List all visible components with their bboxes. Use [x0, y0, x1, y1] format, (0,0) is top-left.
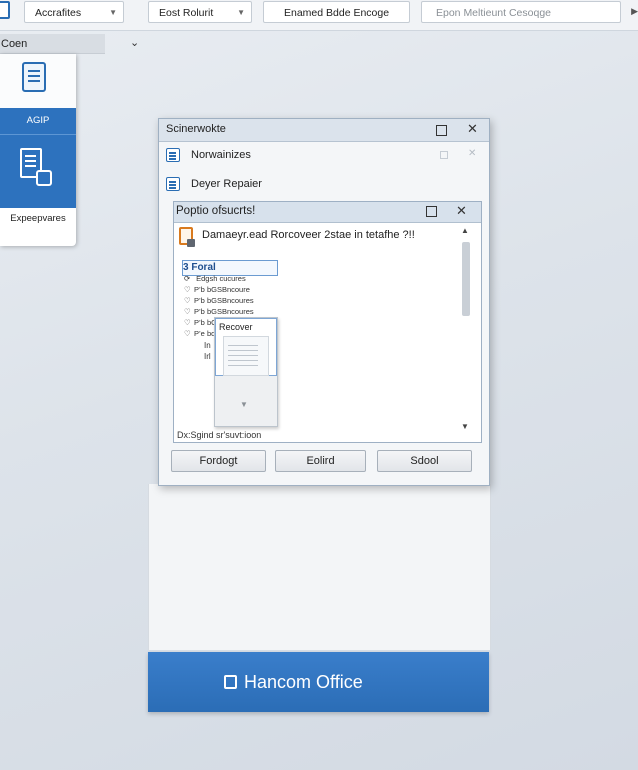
left-panel-active-tile[interactable]: AGIP	[0, 108, 76, 208]
tree-item[interactable]: ⟳ Edgsh cucures	[184, 274, 246, 283]
tree-item[interactable]: ♡ P’e bd	[184, 329, 215, 338]
close-icon[interactable]: ✕	[456, 203, 467, 219]
left-panel-bottom-item[interactable]: Expeepvares	[0, 208, 76, 246]
chevron-down-icon: ▼	[109, 8, 117, 17]
main-dialog: Scinerwokte ✕ Norwainizes ✕ Deyer Repaie…	[158, 118, 490, 486]
list-item[interactable]: Deyer Repaier	[166, 174, 482, 198]
dialog-titlebar[interactable]: Scinerwokte ✕	[159, 119, 489, 142]
forget-button-label: Fordogt	[199, 455, 238, 467]
chevron-down-icon: ▼	[237, 8, 245, 17]
inner-dialog-title: Poptio ofsucrts!	[176, 205, 256, 217]
refresh-icon: ⟳	[184, 274, 191, 283]
logo-icon	[224, 675, 237, 689]
list-item-label: Norwainizes	[191, 149, 251, 161]
document-icon	[166, 148, 180, 162]
toolbar-dropdown-2-label: Eost Rolurit	[159, 7, 214, 19]
tree-header-label: 3 Foral	[183, 262, 216, 273]
scroll-down-icon[interactable]: ▼	[461, 422, 469, 431]
left-panel-active-label: AGIP	[0, 108, 76, 135]
list-item[interactable]: Norwainizes ✕	[166, 145, 482, 169]
status-line: Dx:Sgind sr'suvt:ioon	[177, 430, 262, 440]
heart-icon: ♡	[184, 296, 191, 305]
tree-item[interactable]: In	[204, 341, 211, 350]
heart-icon: ♡	[184, 307, 191, 316]
maximize-icon[interactable]	[440, 151, 448, 159]
toolbar-dropdown-1[interactable]: Accrafites ▼	[24, 1, 124, 23]
close-icon[interactable]: ✕	[467, 121, 478, 137]
inner-dialog: Poptio ofsucrts! ✕ Damaeyr.ead Rorcoveer…	[173, 201, 482, 443]
close-icon[interactable]: ✕	[468, 148, 476, 159]
school-button[interactable]: Sdool	[377, 450, 472, 472]
tree-item[interactable]: Irl	[204, 352, 211, 361]
maximize-icon[interactable]	[436, 125, 447, 136]
vertical-scrollbar[interactable]: ▲ ▼	[460, 224, 474, 436]
view-dropdown-label: Coen	[1, 38, 28, 50]
chevron-down-icon[interactable]: ⌄	[130, 36, 139, 49]
scroll-up-icon[interactable]: ▲	[461, 226, 469, 235]
scrollbar-thumb[interactable]	[462, 242, 470, 316]
document-icon	[166, 177, 180, 191]
recover-preview[interactable]: Recover	[215, 318, 277, 376]
list-item-label: Deyer Repaier	[191, 178, 262, 190]
document-icon	[22, 62, 46, 92]
left-panel-doc-tile[interactable]	[0, 54, 76, 108]
view-dropdown[interactable]: Coen	[0, 34, 105, 54]
toolbar-field-4-label: Epon Meltieunt Cesoqge	[436, 7, 551, 19]
toolbar-dropdown-1-label: Accrafites	[35, 7, 82, 19]
toolbar-field-4[interactable]: Epon Meltieunt Cesoqge	[421, 1, 621, 23]
left-panel: AGIP Expeepvares	[0, 54, 76, 246]
school-button-label: Sdool	[410, 455, 439, 467]
toolbar-dropdown-2[interactable]: Eost Rolurit ▼	[148, 1, 252, 23]
dialog-title: Scinerwokte	[166, 123, 226, 135]
brand-banner: Hancom Office	[148, 652, 489, 712]
tree-item[interactable]: ♡ P’b bGSBncoures	[184, 296, 254, 305]
inner-dialog-message: Damaeyr.ead Rorcoveer 2stae in tetafhe ?…	[202, 229, 415, 241]
maximize-icon[interactable]	[426, 206, 437, 217]
edit-button-label: Eolird	[306, 455, 335, 467]
forget-button[interactable]: Fordogt	[171, 450, 266, 472]
heart-icon: ♡	[184, 329, 191, 338]
background-panel	[148, 484, 491, 650]
toolbar-field-3[interactable]: Enamed Bdde Encoge	[263, 1, 410, 23]
heart-icon: ♡	[184, 285, 191, 294]
heart-icon: ♡	[184, 318, 191, 327]
brand-name: Hancom Office	[244, 672, 363, 692]
document-icon[interactable]	[0, 1, 10, 19]
tree-item[interactable]: ♡ P’b bGSBncoures	[184, 307, 254, 316]
inner-dialog-titlebar[interactable]: Poptio ofsucrts! ✕	[174, 202, 481, 223]
chevron-down-icon[interactable]: ▼	[240, 400, 248, 409]
secondary-bar: Coen ⌄	[0, 34, 638, 54]
left-panel-bottom-label: Expeepvares	[10, 213, 66, 224]
top-toolbar: Accrafites ▼ Eost Rolurit ▼ Enamed Bdde …	[0, 0, 638, 31]
toolbar-field-3-label: Enamed Bdde Encoge	[284, 7, 390, 19]
recover-label: Recover	[219, 322, 253, 332]
recover-popup[interactable]: Recover ▼	[214, 317, 278, 427]
gear-icon	[36, 170, 52, 186]
warning-document-icon	[179, 227, 195, 247]
tree-item[interactable]: ♡ P’b bG	[184, 318, 217, 327]
edit-button[interactable]: Eolird	[275, 450, 366, 472]
page-preview-icon	[223, 336, 269, 376]
tree-item[interactable]: ♡ P’b bGSBncoure	[184, 285, 250, 294]
scroll-right-icon[interactable]: ▶	[631, 6, 638, 17]
